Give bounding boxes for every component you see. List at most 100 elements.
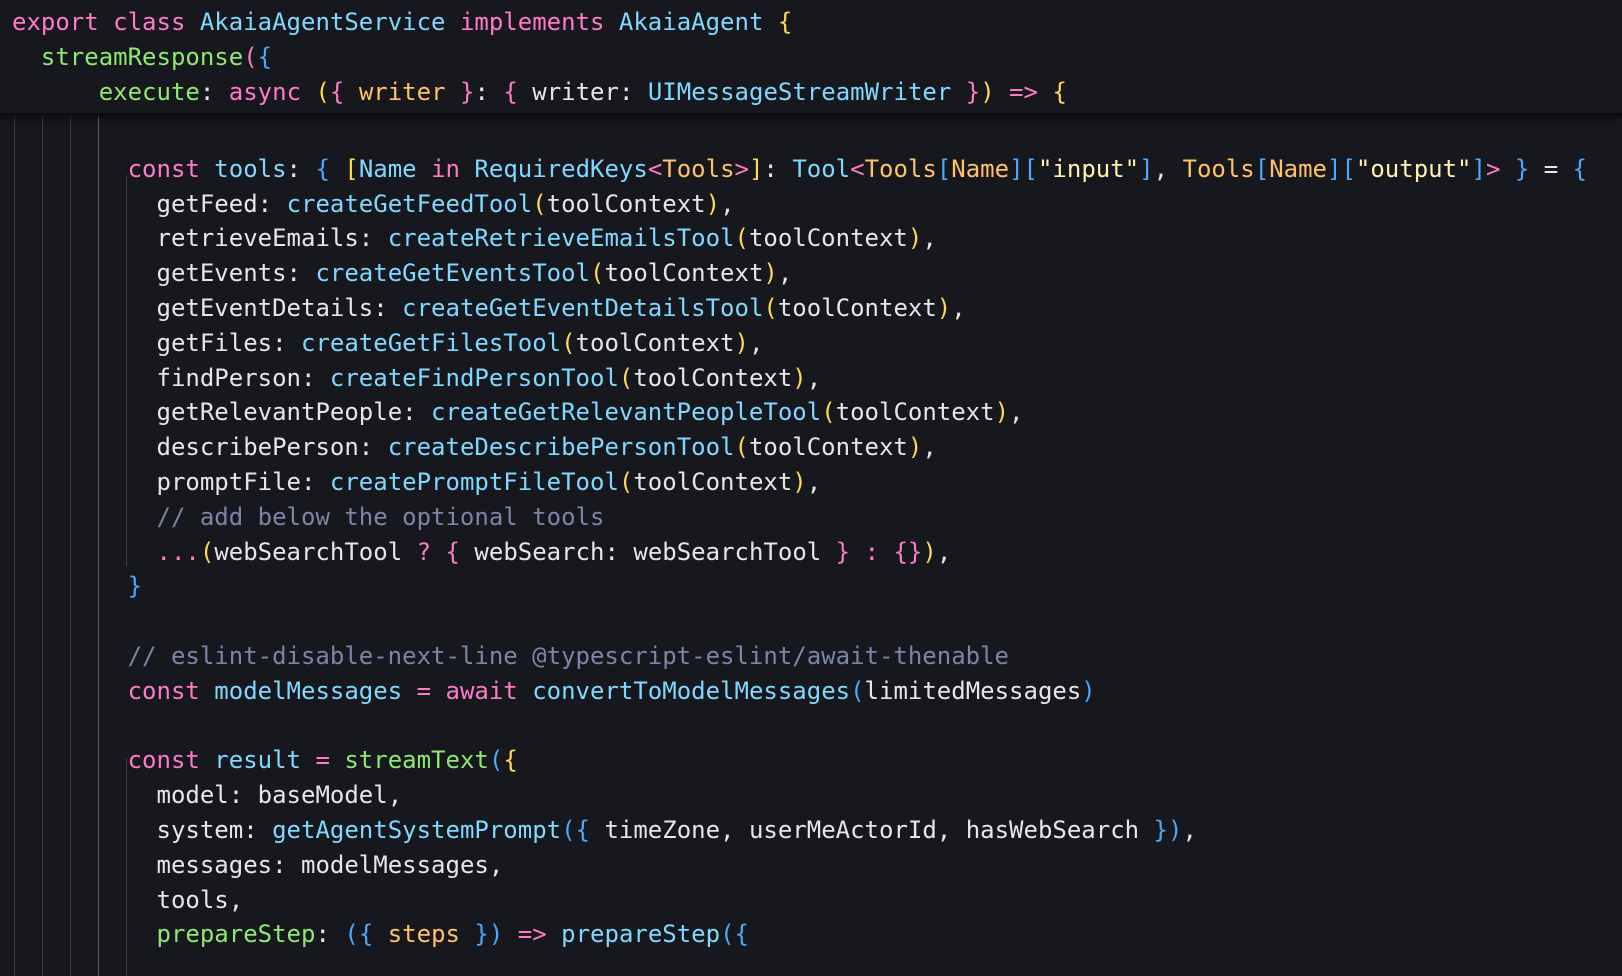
code-token: [ bbox=[1023, 155, 1038, 183]
lines-line[interactable]: // eslint-disable-next-line @typescript-… bbox=[12, 638, 1009, 674]
lines-line[interactable]: system: getAgentSystemPrompt({ timeZone,… bbox=[12, 812, 1197, 848]
code-token: ) bbox=[994, 398, 1010, 426]
code-token: : bbox=[257, 190, 287, 218]
lines-line[interactable]: const tools: { [Name in RequiredKeys<Too… bbox=[12, 151, 1588, 187]
lines-line[interactable]: } bbox=[12, 568, 142, 604]
code-token: ( bbox=[821, 398, 836, 426]
lines-line[interactable]: getFeed: createGetFeedTool(toolContext), bbox=[12, 186, 735, 222]
code-token: } bbox=[1153, 816, 1168, 844]
code-token: : bbox=[864, 538, 880, 566]
code-token: toolContext bbox=[835, 398, 995, 426]
lines-line[interactable]: tools, bbox=[12, 882, 244, 918]
code-token: steps bbox=[387, 920, 460, 948]
sticky-scroll-header[interactable]: export class AkaiaAgentService implement… bbox=[0, 0, 1622, 115]
code-token: createRetrieveEmailsTool bbox=[387, 224, 735, 252]
code-token: } bbox=[965, 78, 981, 106]
lines-line[interactable]: findPerson: createFindPersonTool(toolCon… bbox=[12, 360, 822, 396]
sticky_scroll-line[interactable]: execute: async ({ writer }: { writer: UI… bbox=[12, 74, 1067, 110]
lines-line[interactable]: retrieveEmails: createRetrieveEmailsTool… bbox=[12, 220, 937, 256]
code-token: "input" bbox=[1037, 155, 1140, 183]
code-token: [ bbox=[1254, 155, 1270, 183]
code-token: ) bbox=[980, 78, 995, 106]
code-token: : bbox=[272, 329, 301, 357]
code-token: // eslint-disable-next-line @typescript-… bbox=[127, 642, 1009, 670]
code-token: Tools bbox=[1182, 155, 1255, 183]
code-editor[interactable]: export class AkaiaAgentService implement… bbox=[0, 0, 1622, 976]
code-token: : bbox=[301, 364, 330, 392]
code-token: webSearchTool bbox=[214, 538, 403, 566]
code-token: Name bbox=[1269, 155, 1327, 183]
lines-line[interactable]: ...(webSearchTool ? { webSearch: webSear… bbox=[12, 534, 952, 570]
code-token: { bbox=[1572, 155, 1588, 183]
lines-line[interactable]: messages: modelMessages, bbox=[12, 847, 504, 883]
code-token: ( bbox=[850, 677, 865, 705]
code-token: ... bbox=[156, 538, 200, 566]
lines-line[interactable]: model: baseModel, bbox=[12, 777, 403, 813]
code-token: : bbox=[301, 468, 330, 496]
code-token: result bbox=[214, 746, 301, 774]
code-token: , bbox=[922, 224, 937, 252]
lines-line[interactable]: const result = streamText({ bbox=[12, 742, 518, 778]
code-token: => bbox=[1009, 78, 1039, 106]
code-token: const bbox=[127, 155, 200, 183]
code-token: toolContext bbox=[777, 294, 937, 322]
lines-line[interactable]: getRelevantPeople: createGetRelevantPeop… bbox=[12, 394, 1024, 430]
code-token: createDescribePersonTool bbox=[387, 433, 735, 461]
code-token: ) bbox=[907, 224, 923, 252]
code-token: ) bbox=[763, 259, 778, 287]
code-token: , bbox=[720, 816, 749, 844]
code-token: getAgentSystemPrompt bbox=[272, 816, 562, 844]
lines-line[interactable]: getEventDetails: createGetEventDetailsTo… bbox=[12, 290, 966, 326]
sticky_scroll-line[interactable]: export class AkaiaAgentService implement… bbox=[12, 4, 792, 40]
lines-line[interactable]: const modelMessages = await convertToMod… bbox=[12, 673, 1096, 709]
lines-line[interactable]: promptFile: createPromptFileTool(toolCon… bbox=[12, 464, 822, 500]
code-token: [ bbox=[936, 155, 952, 183]
lines-line[interactable]: getFiles: createGetFilesTool(toolContext… bbox=[12, 325, 764, 361]
code-token: = bbox=[416, 677, 432, 705]
code-token: , bbox=[1182, 816, 1197, 844]
code-token: userMeActorId bbox=[748, 816, 937, 844]
code-token: createPromptFileTool bbox=[329, 468, 619, 496]
code-token: Tool bbox=[792, 155, 851, 183]
code-token: : bbox=[358, 433, 388, 461]
code-token: ( bbox=[488, 746, 504, 774]
code-token: < bbox=[647, 155, 663, 183]
code-token: ( bbox=[315, 78, 330, 106]
lines-line[interactable]: describePerson: createDescribePersonTool… bbox=[12, 429, 937, 465]
code-token: ) bbox=[1081, 677, 1096, 705]
code-token: writer bbox=[358, 78, 446, 106]
code-token: > bbox=[734, 155, 749, 183]
code-token: { bbox=[358, 920, 374, 948]
code-token: { bbox=[257, 43, 273, 71]
lines-line[interactable]: getEvents: createGetEventsTool(toolConte… bbox=[12, 255, 793, 291]
code-token: promptFile bbox=[156, 468, 302, 496]
code-token: , bbox=[228, 886, 244, 914]
code-token: } bbox=[459, 78, 475, 106]
sticky_scroll-line[interactable]: streamResponse({ bbox=[12, 39, 272, 75]
lines-line[interactable]: prepareStep: ({ steps }) => prepareStep(… bbox=[12, 916, 750, 952]
code-token: toolContext bbox=[748, 433, 908, 461]
code-token: timeZone bbox=[604, 816, 721, 844]
lines-line[interactable]: // add below the optional tools bbox=[12, 499, 605, 535]
code-body[interactable]: const tools: { [Name in RequiredKeys<Too… bbox=[0, 116, 1622, 976]
code-token: [ bbox=[1341, 155, 1356, 183]
code-token: ) bbox=[792, 468, 807, 496]
